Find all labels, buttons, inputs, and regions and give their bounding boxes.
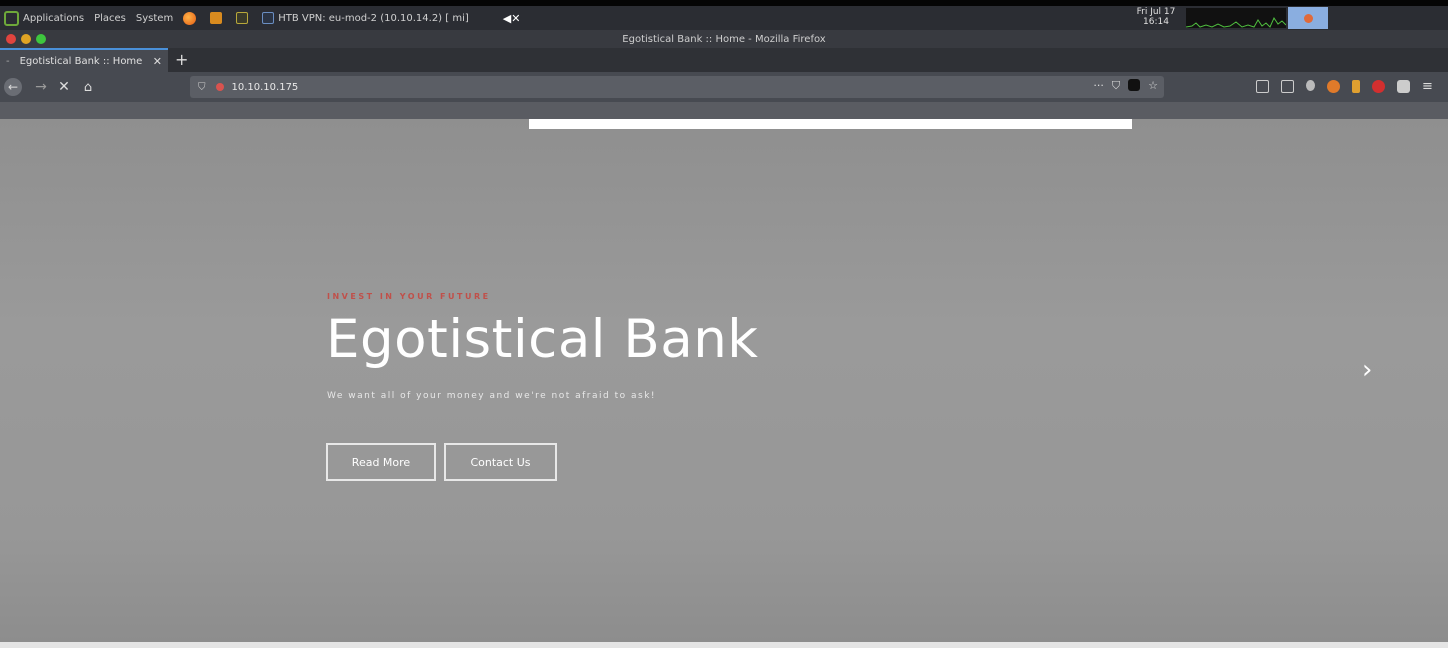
contact-us-button[interactable]: Contact Us <box>444 443 557 481</box>
close-tab-icon[interactable]: ✕ <box>153 55 162 68</box>
applications-icon <box>4 10 19 26</box>
system-label: System <box>135 12 174 24</box>
foxyproxy-icon[interactable] <box>1327 80 1340 93</box>
blocker-icon[interactable] <box>1372 80 1385 93</box>
toolbar-icons: ≡ <box>1256 80 1433 93</box>
reader-shield-icon[interactable]: ⛉ <box>1112 79 1120 93</box>
system-panel: Applications Places System HTB VPN: eu-m… <box>0 6 1448 30</box>
firefox-icon <box>183 11 197 25</box>
library-icon[interactable] <box>1256 80 1269 93</box>
mute-icon: ◀✕ <box>502 11 521 25</box>
firefox-launcher[interactable] <box>183 11 200 25</box>
minimize-window-icon[interactable] <box>21 34 31 44</box>
navigation-bar: ← → ✕ ⌂ ⛉ 10.10.10.175 ··· ⛉ ☆ ≡ <box>0 72 1448 102</box>
vpn-status[interactable]: HTB VPN: eu-mod-2 (10.10.14.2) [ mi] <box>262 12 469 24</box>
vpn-icon <box>262 12 275 24</box>
shield-icon[interactable]: ⛉ <box>198 82 206 93</box>
volume-control[interactable]: ◀✕ <box>503 12 521 25</box>
close-window-icon[interactable] <box>6 34 16 44</box>
places-menu[interactable]: Places <box>94 13 126 24</box>
vpn-label: HTB VPN: eu-mod-2 (10.10.14.2) [ mi] <box>278 12 469 24</box>
page-content: INVEST IN YOUR FUTURE Egotistical Bank W… <box>0 119 1448 642</box>
cpu-monitor[interactable] <box>1185 8 1287 28</box>
text-editor-launcher[interactable] <box>236 12 252 24</box>
hero-title: Egotistical Bank <box>326 309 759 370</box>
pocket-icon[interactable] <box>1128 79 1141 91</box>
maximize-window-icon[interactable] <box>36 34 46 44</box>
screenshot-icon[interactable] <box>1397 80 1410 93</box>
url-text: 10.10.10.175 <box>231 81 299 93</box>
bookmark-star-icon[interactable]: ☆ <box>1148 79 1158 93</box>
window-controls <box>6 34 46 44</box>
toolbar-strip <box>0 102 1448 119</box>
loading-bar <box>529 119 1132 129</box>
clock[interactable]: Fri Jul 17 16:14 <box>1128 7 1184 27</box>
applications-menu[interactable]: Applications <box>0 10 85 26</box>
page-actions-icon[interactable]: ··· <box>1093 79 1104 93</box>
hamburger-menu-icon[interactable]: ≡ <box>1422 80 1433 93</box>
tab-active[interactable]: - Egotistical Bank :: Home ✕ <box>0 48 168 72</box>
url-bar[interactable]: ⛉ 10.10.10.175 ··· ⛉ ☆ <box>190 76 1164 98</box>
clock-date: Fri Jul 17 <box>1136 7 1176 17</box>
extension-icon[interactable] <box>1306 80 1315 91</box>
tray-indicator[interactable] <box>1288 7 1328 29</box>
terminal-icon <box>210 12 223 24</box>
back-button[interactable]: ← <box>4 78 22 96</box>
system-menu[interactable]: System <box>136 13 173 24</box>
places-label: Places <box>94 12 126 24</box>
cpu-graph-icon <box>1185 16 1287 28</box>
bottom-strip <box>0 642 1448 648</box>
lock-icon[interactable] <box>215 83 224 91</box>
tab-title: Egotistical Bank :: Home <box>19 55 143 67</box>
forward-button[interactable]: → <box>32 78 50 96</box>
hero-tagline: INVEST IN YOUR FUTURE <box>327 292 491 301</box>
window-title-bar: Egotistical Bank :: Home - Mozilla Firef… <box>0 30 1448 48</box>
text-editor-icon <box>236 12 249 24</box>
sidebar-icon[interactable] <box>1281 80 1294 93</box>
terminal-launcher[interactable] <box>210 12 226 24</box>
carousel-next-icon[interactable]: › <box>1362 355 1372 385</box>
read-more-button[interactable]: Read More <box>326 443 436 481</box>
clock-time: 16:14 <box>1143 17 1169 27</box>
new-tab-button[interactable]: + <box>175 50 188 69</box>
tab-loading-icon: - <box>6 55 10 67</box>
addon-icon[interactable] <box>1352 80 1360 93</box>
tray-dot-icon <box>1303 13 1313 23</box>
hero-subtitle: We want all of your money and we're not … <box>327 391 657 401</box>
window-title: Egotistical Bank :: Home - Mozilla Firef… <box>622 33 826 45</box>
applications-label: Applications <box>23 12 85 24</box>
url-actions: ··· ⛉ ☆ <box>1093 79 1158 93</box>
tab-bar: - Egotistical Bank :: Home ✕ + <box>0 48 1448 72</box>
home-button[interactable]: ⌂ <box>79 78 97 96</box>
stop-button[interactable]: ✕ <box>55 78 73 96</box>
